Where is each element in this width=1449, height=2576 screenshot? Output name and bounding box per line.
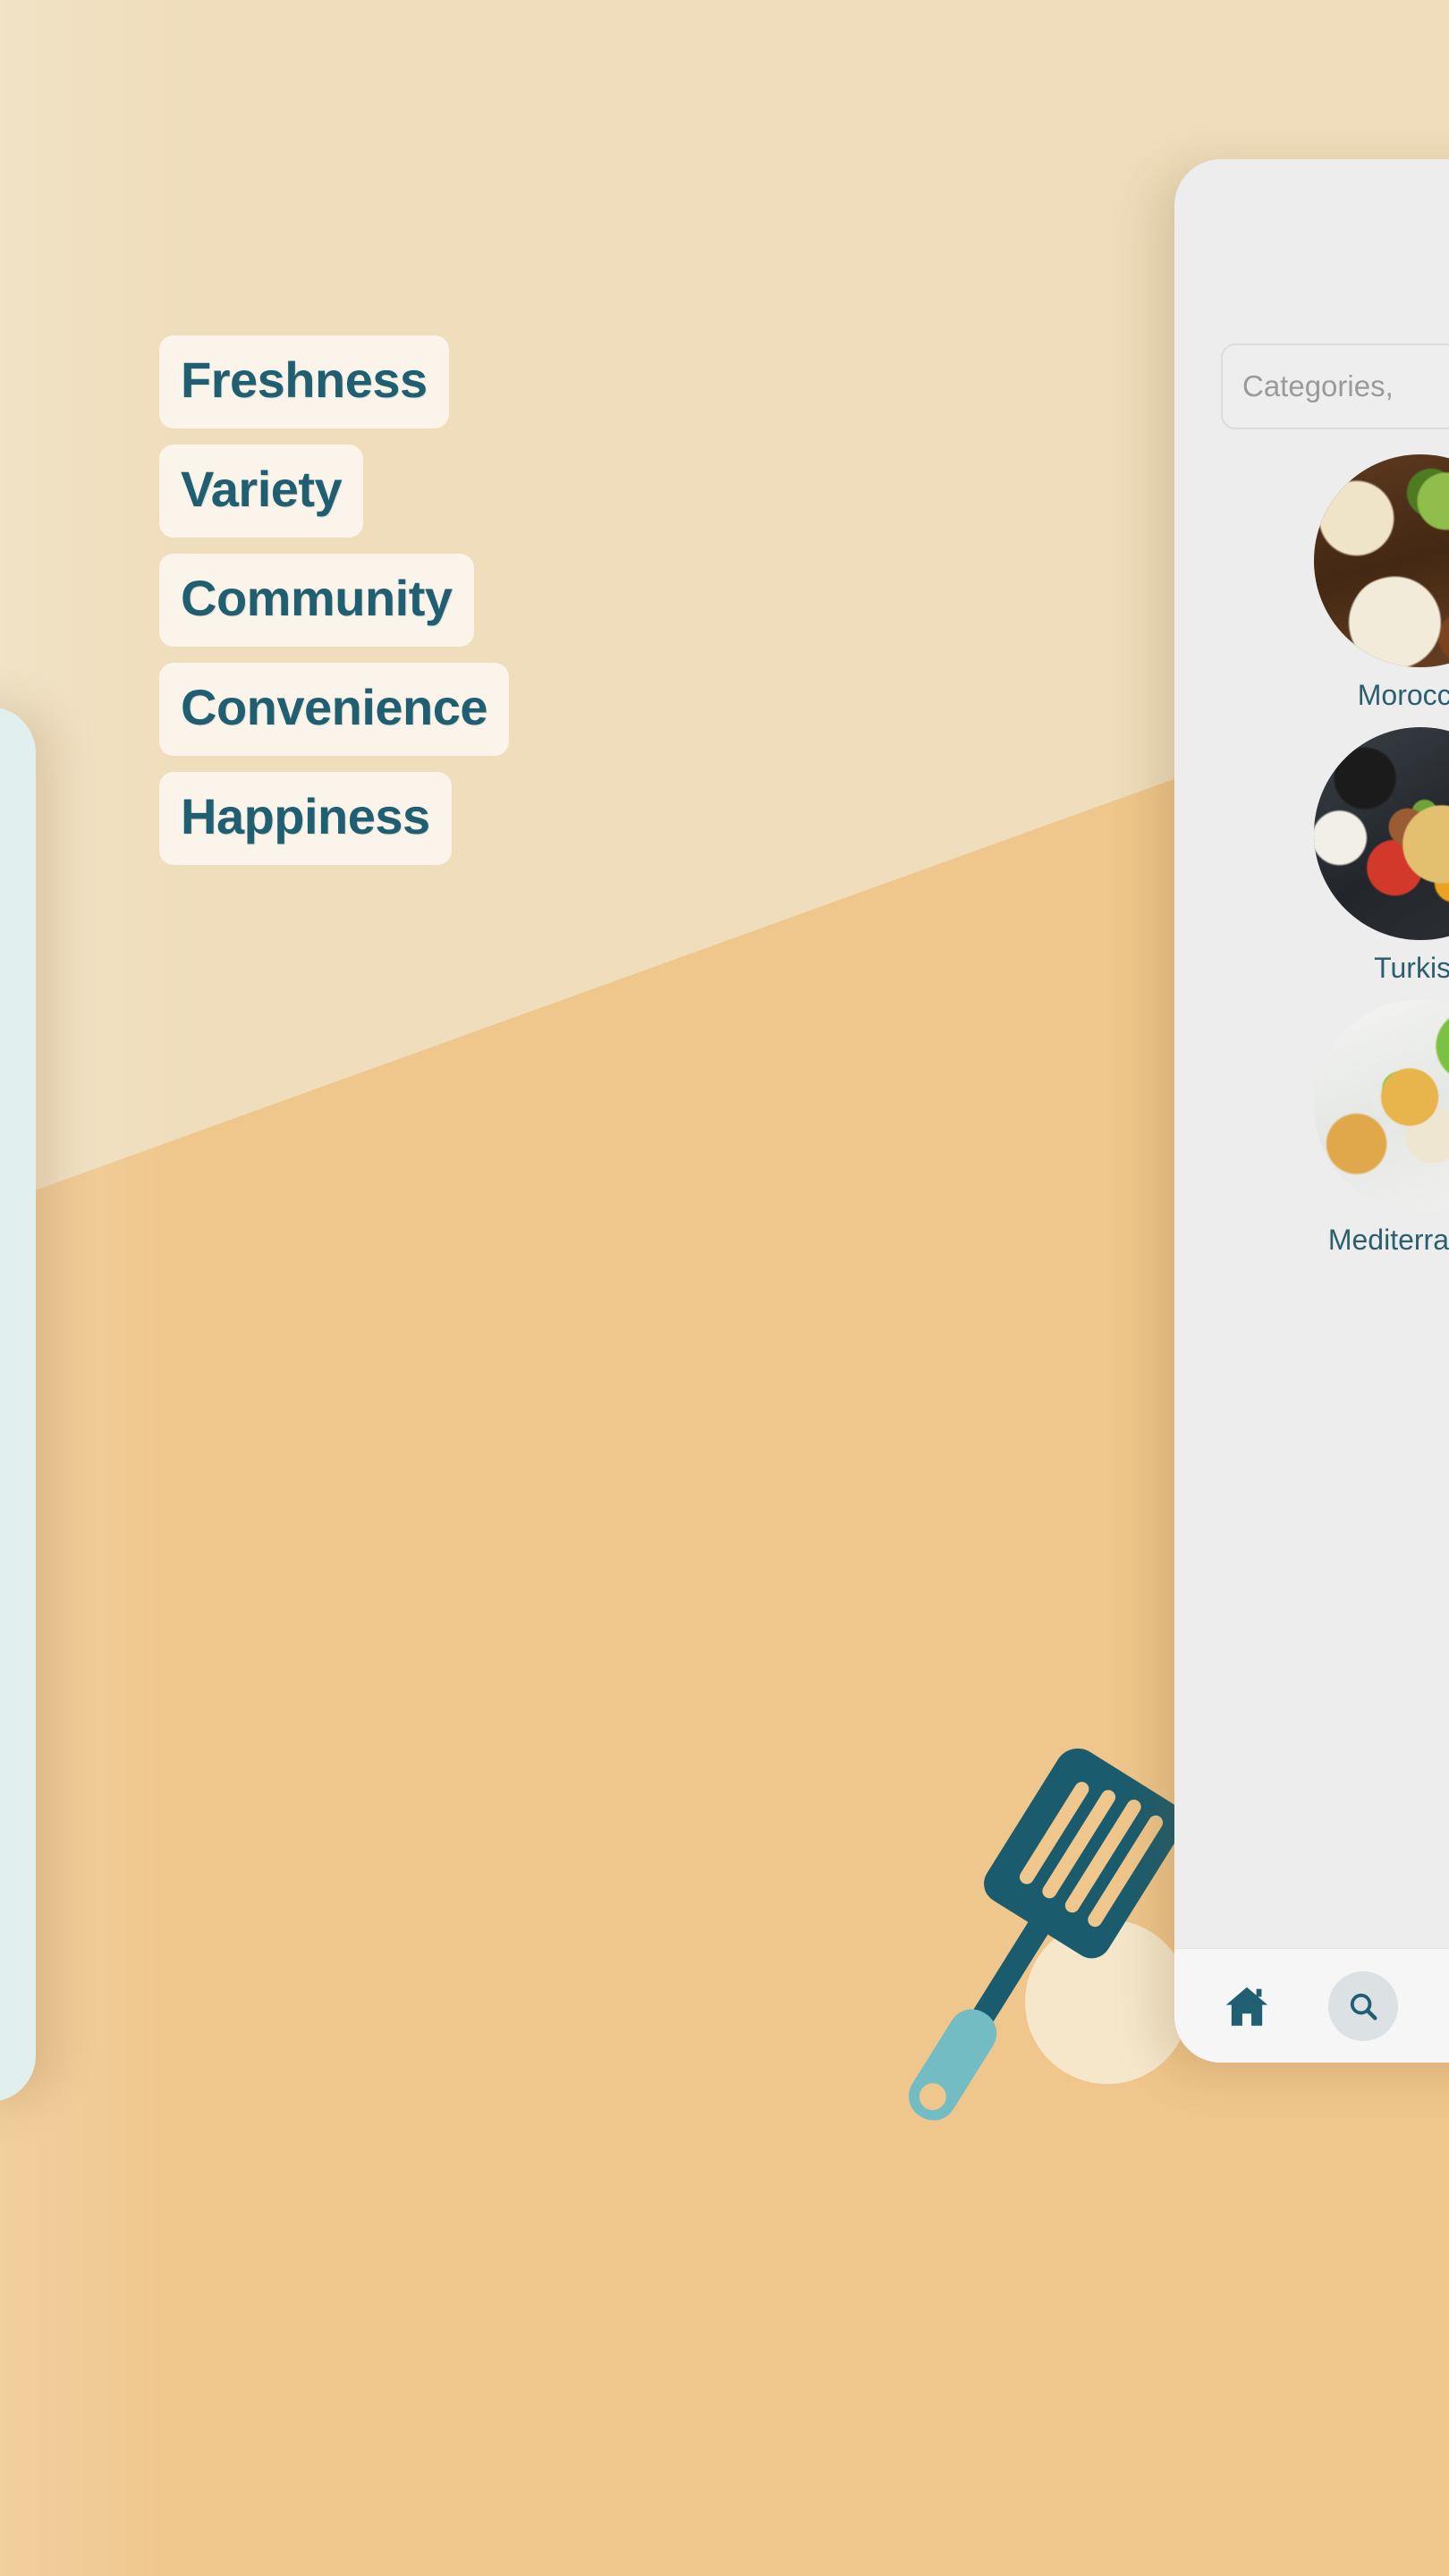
mediterranean-food-photo [1314, 999, 1449, 1213]
feature-tag-community: Community [159, 554, 474, 647]
phone-screen-content: Categories, Moroccan Turkish [1174, 159, 1449, 1948]
list-item[interactable]: Mediterranean [1174, 999, 1449, 1256]
feature-tag-happiness: Happiness [159, 772, 452, 865]
feature-tag-convenience: Convenience [159, 663, 510, 756]
home-icon [1225, 1987, 1268, 2026]
nav-item-home[interactable] [1221, 1980, 1273, 2032]
turkish-food-photo [1314, 726, 1449, 940]
screenshot-root: Freshness Variety Community Convenience … [0, 0, 1449, 2576]
category-list: Moroccan Turkish Mediterranean [1174, 454, 1449, 1272]
feature-tag-list: Freshness Variety Community Convenience … [159, 335, 510, 865]
feature-tag-freshness: Freshness [159, 335, 449, 428]
search-placeholder-text: Categories, [1242, 369, 1394, 402]
search-input[interactable]: Categories, [1221, 343, 1449, 429]
list-item[interactable]: Turkish [1174, 726, 1449, 984]
left-phone-card [0, 707, 36, 2102]
moroccan-food-photo [1314, 454, 1449, 667]
feature-tag-variety: Variety [159, 445, 364, 538]
phone-panel: Categories, Moroccan Turkish [1174, 159, 1449, 2063]
category-label: Mediterranean [1327, 1224, 1449, 1257]
category-label: Moroccan [1357, 679, 1449, 711]
category-label: Turkish [1374, 951, 1449, 984]
list-item[interactable]: Moroccan [1174, 454, 1449, 711]
search-icon [1350, 1993, 1377, 2021]
nav-item-search[interactable] [1328, 1970, 1398, 2041]
bottom-navigation-bar [1174, 1948, 1449, 2063]
nav-circle-background [1328, 1970, 1398, 2041]
